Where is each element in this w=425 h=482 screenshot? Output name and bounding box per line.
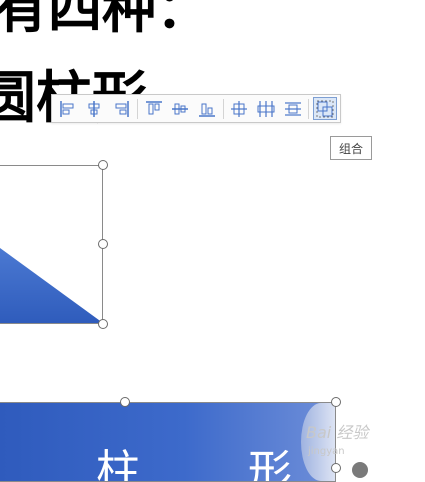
- align-right-icon: [115, 100, 129, 117]
- group-button[interactable]: [313, 97, 337, 120]
- resize-handle-top-right[interactable]: [98, 160, 108, 170]
- group-tooltip: 组合: [330, 136, 372, 160]
- resize-handle-bottom-right[interactable]: [98, 319, 108, 329]
- align-top-button[interactable]: [142, 97, 166, 120]
- align-top-icon: [145, 100, 162, 114]
- align-center-button[interactable]: [83, 97, 107, 120]
- toolbar-separator: [222, 98, 224, 119]
- toolbar-separator: [308, 98, 310, 119]
- align-bottom-icon: [198, 103, 215, 117]
- banner-text-char-1: 柱: [96, 446, 140, 482]
- align-middle-button[interactable]: [168, 97, 192, 120]
- resize-handle-top-middle[interactable]: [120, 397, 130, 407]
- resize-handle-right[interactable]: [98, 239, 108, 249]
- align-toolbar: [51, 94, 341, 123]
- align-left-button[interactable]: [56, 97, 80, 120]
- blue-triangle-shape[interactable]: [0, 248, 103, 323]
- resize-handle-top-right-2[interactable]: [331, 397, 341, 407]
- distribute-vertical-icon: [284, 101, 301, 116]
- blue-banner-shape[interactable]: 柱 形: [0, 402, 336, 482]
- group-icon: [316, 100, 334, 117]
- distribute-horizontal-icon: [257, 100, 275, 117]
- align-center-icon: [88, 100, 100, 117]
- toolbar-separator: [136, 98, 138, 119]
- triangle-shape-selection[interactable]: [0, 165, 103, 324]
- align-right-button[interactable]: [109, 97, 133, 120]
- align-bottom-button[interactable]: [195, 97, 219, 120]
- distribute-center-icon: [231, 100, 248, 117]
- watermark-sub: jingyan: [308, 446, 345, 457]
- distribute-center-button[interactable]: [228, 97, 252, 120]
- watermark-logo: Bai 经验: [306, 423, 369, 442]
- banner-text-char-2: 形: [248, 446, 292, 482]
- slide-heading-top: 有四种：: [0, 0, 210, 40]
- distribute-horizontal-button[interactable]: [254, 97, 278, 120]
- distribute-vertical-button[interactable]: [281, 97, 305, 120]
- align-middle-icon: [172, 103, 189, 114]
- align-left-icon: [60, 100, 74, 117]
- rotate-handle[interactable]: [352, 462, 368, 478]
